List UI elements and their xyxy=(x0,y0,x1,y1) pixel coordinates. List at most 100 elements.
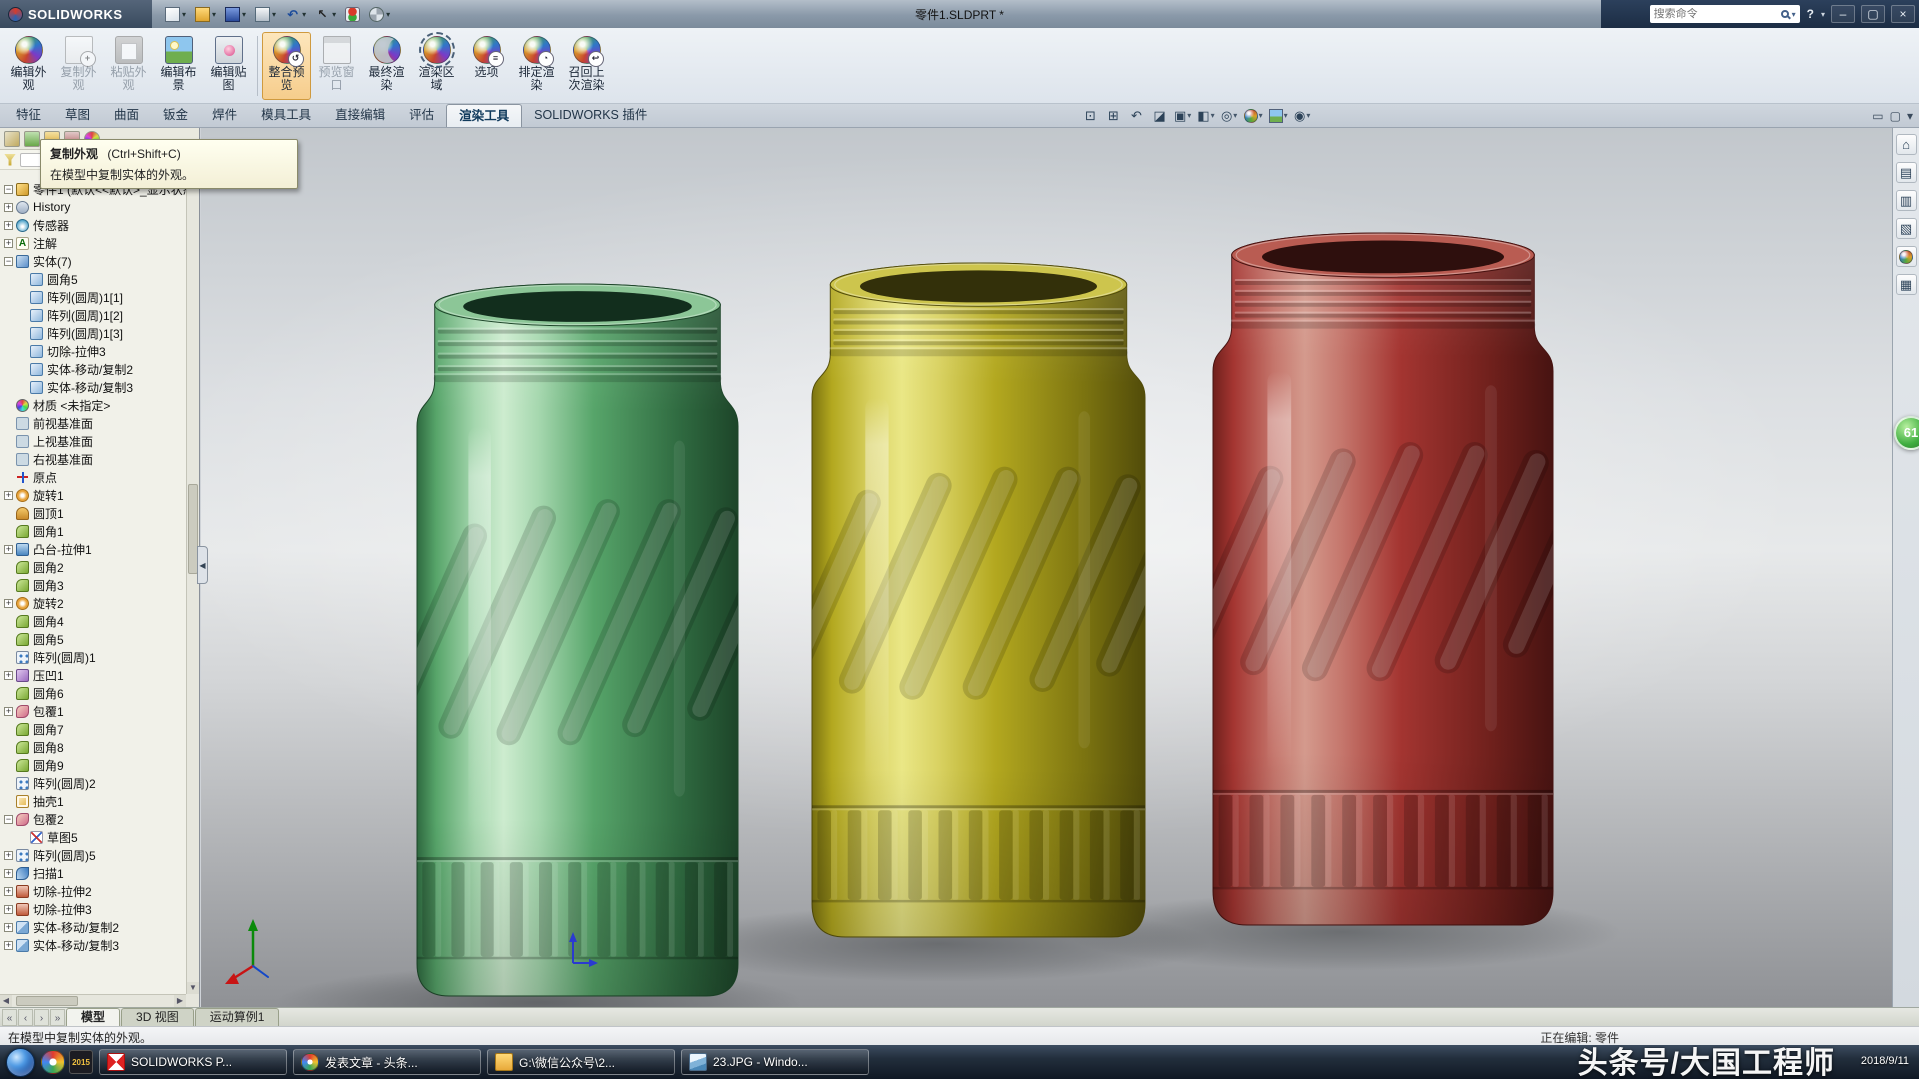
tree-item[interactable]: +旋转2 xyxy=(0,594,186,612)
integrated-preview-button[interactable]: 整合预览 xyxy=(262,32,311,100)
tree-collapse-handle[interactable]: ◀ xyxy=(197,546,208,584)
render-options-button[interactable]: 选项 xyxy=(462,32,511,100)
featuremanager-tab[interactable] xyxy=(4,131,20,147)
tree-expander[interactable]: + xyxy=(4,599,13,608)
tree-item[interactable]: 实体-移动/复制2 xyxy=(0,360,186,378)
new-document-button[interactable]: ▾ xyxy=(162,5,189,24)
tree-expander[interactable]: + xyxy=(4,221,13,230)
tab-模具工具[interactable]: 模具工具 xyxy=(249,104,323,127)
tab-scroll-first[interactable]: « xyxy=(2,1009,17,1026)
tab-scroll-last[interactable]: » xyxy=(50,1009,65,1026)
search-dropdown-caret[interactable]: ▾ xyxy=(1792,10,1796,19)
tab-scroll-next[interactable]: › xyxy=(34,1009,49,1026)
viewport-canvas[interactable] xyxy=(201,128,1892,1007)
tree-expander[interactable]: + xyxy=(4,239,13,248)
tree-item[interactable]: 圆角9 xyxy=(0,756,186,774)
tree-item[interactable]: 阵列(圆周)1[3] xyxy=(0,324,186,342)
recall-render-button[interactable]: 召回上次渲染 xyxy=(562,32,611,100)
tree-expander[interactable]: + xyxy=(4,491,13,500)
tree-item[interactable]: 圆角5 xyxy=(0,630,186,648)
tree-expander[interactable]: − xyxy=(4,815,13,824)
scroll-right-icon[interactable]: ▶ xyxy=(174,995,186,1007)
dock-commandmanager[interactable]: ▭ xyxy=(1872,107,1883,125)
print-button[interactable]: ▾ xyxy=(252,5,279,24)
tree-expander[interactable]: + xyxy=(4,851,13,860)
tree-item[interactable]: +实体-移动/复制3 xyxy=(0,936,186,954)
tree-item[interactable]: +注解 xyxy=(0,234,186,252)
bottle-yellow[interactable] xyxy=(779,263,1198,937)
tab-scroll-prev[interactable]: ‹ xyxy=(18,1009,33,1026)
tree-item[interactable]: +实体-移动/复制2 xyxy=(0,918,186,936)
design-library-button[interactable]: ▤ xyxy=(1896,162,1917,183)
tab-钣金[interactable]: 钣金 xyxy=(151,104,200,127)
tree-expander[interactable]: + xyxy=(4,707,13,716)
appearances-scenes-button[interactable] xyxy=(1896,246,1917,267)
tree-item[interactable]: −实体(7) xyxy=(0,252,186,270)
tree-item[interactable]: 前视基准面 xyxy=(0,414,186,432)
tree-item[interactable]: +切除-拉伸3 xyxy=(0,900,186,918)
doc-tab-模型[interactable]: 模型 xyxy=(66,1008,120,1026)
tree-item[interactable]: +History xyxy=(0,198,186,216)
tree-item[interactable]: +传感器 xyxy=(0,216,186,234)
close-button[interactable]: × xyxy=(1891,5,1915,23)
final-render-button[interactable]: 最终渲染 xyxy=(362,32,411,100)
render-region-button[interactable]: 渲染区域 xyxy=(412,32,461,100)
custom-properties-button[interactable]: ▦ xyxy=(1896,274,1917,295)
tree-item[interactable]: +旋转1 xyxy=(0,486,186,504)
file-explorer-button[interactable]: ▥ xyxy=(1896,190,1917,211)
tree-item[interactable]: 原点 xyxy=(0,468,186,486)
maximize-button[interactable]: ▢ xyxy=(1861,5,1885,23)
tree-expander[interactable]: − xyxy=(4,257,13,266)
previous-view-button[interactable]: ↶ xyxy=(1126,105,1147,126)
tree-item[interactable]: 圆角4 xyxy=(0,612,186,630)
taskbar-button[interactable]: 23.JPG - Windo... xyxy=(681,1049,869,1075)
edit-scene-button[interactable]: 编辑布景 xyxy=(154,32,203,100)
tree-expander[interactable]: + xyxy=(4,923,13,932)
solidworks-2015-button[interactable]: 2015 xyxy=(69,1050,93,1074)
doc-tab-3D 视图[interactable]: 3D 视图 xyxy=(121,1008,194,1026)
edit-decal-button[interactable]: 编辑贴图 xyxy=(204,32,253,100)
bottle-red[interactable] xyxy=(1179,233,1607,925)
tree-item[interactable]: 右视基准面 xyxy=(0,450,186,468)
search-icon[interactable] xyxy=(1781,10,1789,18)
doc-tab-运动算例1[interactable]: 运动算例1 xyxy=(195,1008,280,1026)
tree-item[interactable]: +凸台-拉伸1 xyxy=(0,540,186,558)
collapse-ribbon-caret[interactable]: ▾ xyxy=(1907,107,1913,125)
propertymanager-tab[interactable] xyxy=(24,131,40,147)
3d-scene[interactable] xyxy=(201,128,1892,1007)
filter-icon[interactable] xyxy=(4,154,16,166)
tree-horizontal-scrollbar[interactable]: ◀ ▶ xyxy=(0,994,186,1007)
tree-expander[interactable]: + xyxy=(4,203,13,212)
display-style-button[interactable]: ◧▾ xyxy=(1195,105,1216,126)
tree-item[interactable]: 圆顶1 xyxy=(0,504,186,522)
command-search[interactable]: ▾ xyxy=(1650,5,1800,23)
zoom-area-button[interactable]: ⊞ xyxy=(1103,105,1124,126)
select-button[interactable]: ▾ xyxy=(312,5,339,24)
scroll-down-icon[interactable]: ▼ xyxy=(187,982,199,994)
tree-item[interactable]: 圆角7 xyxy=(0,720,186,738)
options-button[interactable]: ▾ xyxy=(366,5,393,24)
save-button[interactable]: ▾ xyxy=(222,5,249,24)
hide-show-items-button[interactable]: ◎▾ xyxy=(1219,105,1240,126)
tree-item[interactable]: +包覆1 xyxy=(0,702,186,720)
tree-expander[interactable]: + xyxy=(4,887,13,896)
tab-SOLIDWORKS 插件[interactable]: SOLIDWORKS 插件 xyxy=(522,104,659,127)
undo-button[interactable]: ▾ xyxy=(282,5,309,24)
tree-item[interactable]: 阵列(圆周)1 xyxy=(0,648,186,666)
tree-item[interactable]: 材质 <未指定> xyxy=(0,396,186,414)
bottle-green[interactable] xyxy=(381,284,793,996)
scroll-thumb[interactable] xyxy=(16,996,78,1006)
tree-expander[interactable]: − xyxy=(4,185,13,194)
apply-scene-button[interactable]: ▾ xyxy=(1267,105,1290,126)
tree-item[interactable]: +切除-拉伸2 xyxy=(0,882,186,900)
rebuild-button[interactable] xyxy=(342,5,363,24)
tree-item[interactable]: 草图5 xyxy=(0,828,186,846)
zoom-fit-button[interactable]: ⊡ xyxy=(1080,105,1101,126)
tree-item[interactable]: −包覆2 xyxy=(0,810,186,828)
edit-appearance-button[interactable]: ▾ xyxy=(1242,105,1265,126)
tree-item[interactable]: 阵列(圆周)2 xyxy=(0,774,186,792)
tree-item[interactable]: 抽壳1 xyxy=(0,792,186,810)
tree-item[interactable]: 圆角2 xyxy=(0,558,186,576)
tree-item[interactable]: +阵列(圆周)5 xyxy=(0,846,186,864)
tree-item[interactable]: 实体-移动/复制3 xyxy=(0,378,186,396)
